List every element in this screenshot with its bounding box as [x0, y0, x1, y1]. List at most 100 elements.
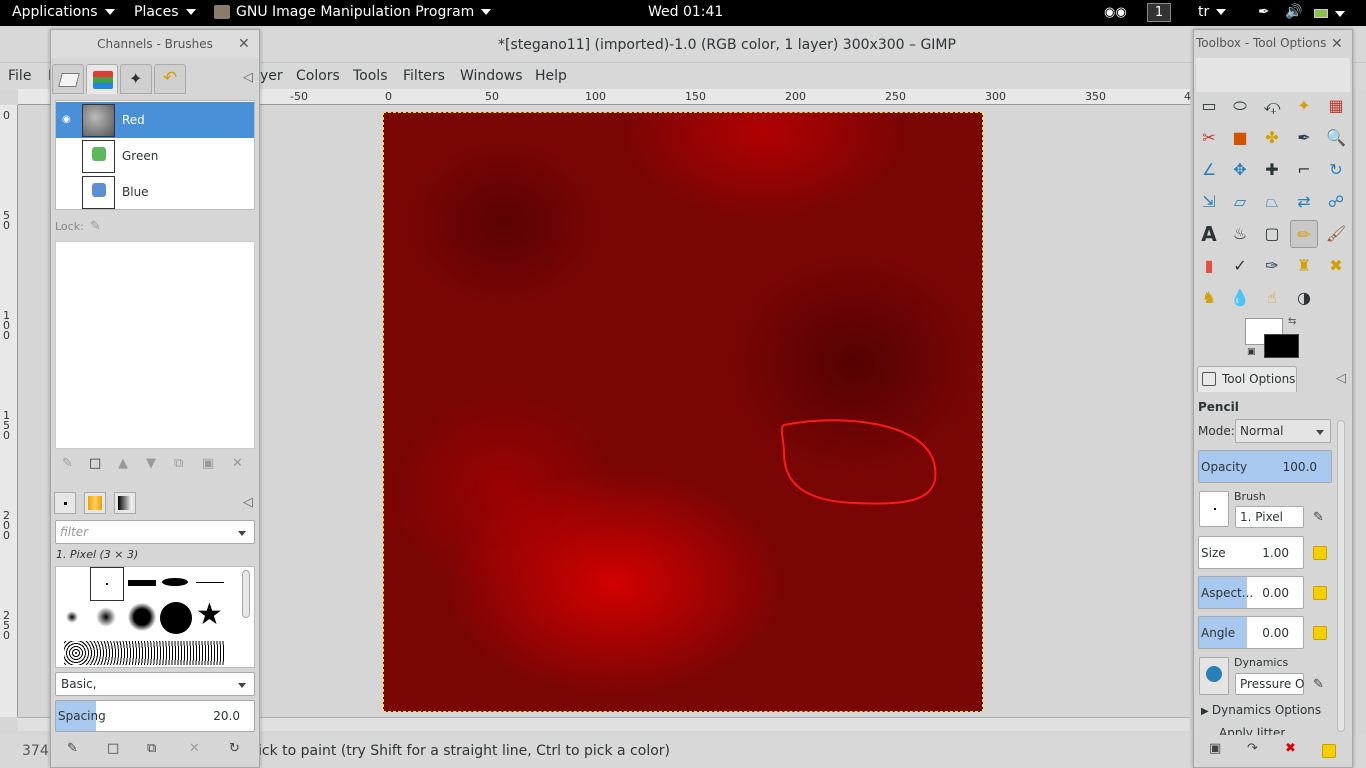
brush-preview-button[interactable] — [1199, 491, 1229, 527]
foreground-select-icon[interactable]: ■ — [1226, 124, 1254, 152]
perspective-icon[interactable]: ⏢ — [1258, 188, 1286, 216]
save-options-icon[interactable]: ▣ — [1209, 741, 1221, 756]
tool-options-scrollbar[interactable] — [1337, 420, 1345, 732]
tab-layers[interactable] — [52, 64, 84, 94]
fuzzy-select-icon[interactable]: ✦ — [1290, 92, 1318, 120]
reset-aspect-icon[interactable] — [1313, 586, 1327, 600]
tab-undo-history[interactable]: ↶ — [154, 64, 186, 94]
angle-slider[interactable]: Angle 0.00 — [1198, 616, 1304, 649]
channel-row-blue[interactable]: Blue — [56, 174, 254, 210]
menu-filters[interactable]: Filters — [403, 68, 445, 84]
spacing-slider[interactable]: Spacing 20.0 — [55, 700, 255, 732]
menu-help[interactable]: Help — [535, 68, 567, 84]
image-canvas[interactable] — [383, 112, 983, 712]
rect-select-icon[interactable]: ▭ — [1195, 92, 1223, 120]
brush-line[interactable] — [196, 582, 224, 583]
dynamics-icon[interactable] — [1199, 657, 1229, 695]
ink-icon[interactable]: ✑ — [1258, 252, 1286, 280]
visibility-eye-icon[interactable]: ◉ — [62, 114, 71, 125]
close-icon[interactable]: ✕ — [238, 36, 250, 52]
delete-options-icon[interactable]: ✖ — [1285, 741, 1296, 756]
dodge-burn-icon[interactable]: ◑ — [1290, 284, 1318, 312]
scale-icon[interactable]: ⇲ — [1195, 188, 1223, 216]
size-slider[interactable]: Size 1.00 — [1198, 536, 1304, 569]
brush-circle[interactable] — [160, 602, 192, 634]
edit-brush-icon[interactable]: ✎ — [67, 741, 78, 756]
channel-row-green[interactable]: Green — [56, 138, 254, 174]
smudge-icon[interactable]: ☝ — [1258, 284, 1286, 312]
dock-menu-icon[interactable]: ◁ — [243, 70, 253, 85]
dock-menu-icon[interactable]: ◁ — [243, 495, 253, 510]
new-brush-icon[interactable]: □ — [107, 741, 119, 756]
menu-tools[interactable]: Tools — [353, 68, 388, 84]
clock[interactable]: Wed 01:41 — [648, 4, 723, 20]
dock-menu-icon[interactable]: ◁ — [1336, 371, 1346, 386]
lower-channel-icon[interactable]: ▼ — [146, 456, 156, 471]
paths-tool-icon[interactable]: ✤ — [1258, 124, 1286, 152]
dynamics-options-expander[interactable]: ▶ Dynamics Options — [1201, 703, 1321, 717]
tab-paths[interactable]: ✦ — [120, 64, 152, 94]
paintbrush-icon[interactable]: 🖌 — [1322, 220, 1350, 248]
align-icon[interactable]: ✚ — [1258, 156, 1286, 184]
foreground-color-swatch[interactable] — [1264, 334, 1299, 358]
keyboard-layout[interactable]: tr — [1198, 4, 1227, 20]
bucket-fill-icon[interactable]: ♨ — [1226, 220, 1254, 248]
app-menu[interactable]: GNU Image Manipulation Program — [214, 4, 492, 20]
cage-transform-icon[interactable]: ☍ — [1322, 188, 1350, 216]
dynamics-field[interactable]: Pressure Op — [1235, 673, 1304, 695]
rotate-icon[interactable]: ↻ — [1322, 156, 1350, 184]
brush-block[interactable] — [128, 580, 156, 586]
menu-layer[interactable]: yer — [260, 68, 283, 84]
brush-star-icon[interactable]: ★ — [196, 597, 223, 632]
refresh-brushes-icon[interactable]: ↻ — [229, 741, 240, 756]
restore-options-icon[interactable]: ↷ — [1247, 741, 1258, 756]
brush-ellipse[interactable] — [162, 578, 188, 586]
edit-channel-icon[interactable]: ✎ — [62, 456, 73, 471]
channel-row-red[interactable]: ◉ Red — [56, 102, 254, 138]
tab-tool-options[interactable]: Tool Options — [1197, 366, 1297, 392]
swap-colors-icon[interactable]: ⇆ — [1288, 316, 1296, 327]
reset-angle-icon[interactable] — [1313, 626, 1327, 640]
text-tool-icon[interactable]: A — [1195, 220, 1223, 248]
brush-pixel[interactable] — [90, 567, 124, 601]
eraser-icon[interactable]: ▮ — [1195, 252, 1223, 280]
zoom-icon[interactable]: 🔍 — [1322, 124, 1350, 152]
delete-channel-icon[interactable]: ✕ — [232, 456, 243, 471]
reset-size-icon[interactable] — [1313, 546, 1327, 560]
tab-channels[interactable] — [86, 64, 118, 94]
duplicate-brush-icon[interactable]: ⧉ — [147, 741, 156, 756]
blend-icon[interactable]: ▢ — [1258, 220, 1286, 248]
applications-menu[interactable]: Applications — [12, 4, 115, 20]
brush-tag-dropdown[interactable]: Basic, — [55, 672, 255, 696]
reset-options-icon[interactable] — [1322, 744, 1336, 758]
perspective-clone-icon[interactable]: ♞ — [1195, 284, 1223, 312]
brush-grid-scrollbar[interactable] — [242, 570, 250, 618]
edit-dynamics-icon[interactable]: ✎ — [1313, 677, 1324, 692]
brush-fuzzy-small[interactable] — [66, 611, 78, 623]
mode-dropdown[interactable]: Normal — [1235, 419, 1331, 443]
scissors-icon[interactable]: ✂ — [1195, 124, 1223, 152]
places-menu[interactable]: Places — [134, 4, 196, 20]
tab-gradients[interactable] — [114, 492, 136, 514]
free-select-icon[interactable]: ⤽ — [1258, 92, 1286, 120]
flip-icon[interactable]: ⇄ — [1290, 188, 1318, 216]
chevron-down-icon[interactable] — [238, 531, 246, 536]
crop-icon[interactable]: ⌐ — [1290, 156, 1318, 184]
select-by-color-icon[interactable]: ▦ — [1322, 92, 1350, 120]
shear-icon[interactable]: ▱ — [1226, 188, 1254, 216]
workspace-indicator[interactable]: 1 — [1147, 3, 1171, 22]
duplicate-channel-icon[interactable]: ⧉ — [174, 456, 183, 471]
battery-icon[interactable] — [1314, 6, 1345, 22]
menu-windows[interactable]: Windows — [460, 68, 523, 84]
vertical-ruler[interactable]: 0 5 0 1 0 0 1 5 0 2 0 0 2 5 0 — [0, 105, 18, 717]
blur-icon[interactable]: 💧 — [1226, 284, 1254, 312]
move-icon[interactable]: ✥ — [1226, 156, 1254, 184]
color-picker-icon[interactable]: ✒ — [1290, 124, 1318, 152]
delete-brush-icon[interactable]: ✕ — [189, 741, 200, 756]
brush-splatter[interactable] — [64, 641, 224, 665]
channel-to-selection-icon[interactable]: ▣ — [202, 456, 214, 471]
brush-fuzzy-medium[interactable] — [96, 607, 116, 627]
close-icon[interactable]: ✕ — [1331, 36, 1343, 52]
raise-channel-icon[interactable]: ▲ — [118, 456, 128, 471]
menu-colors[interactable]: Colors — [296, 68, 340, 84]
